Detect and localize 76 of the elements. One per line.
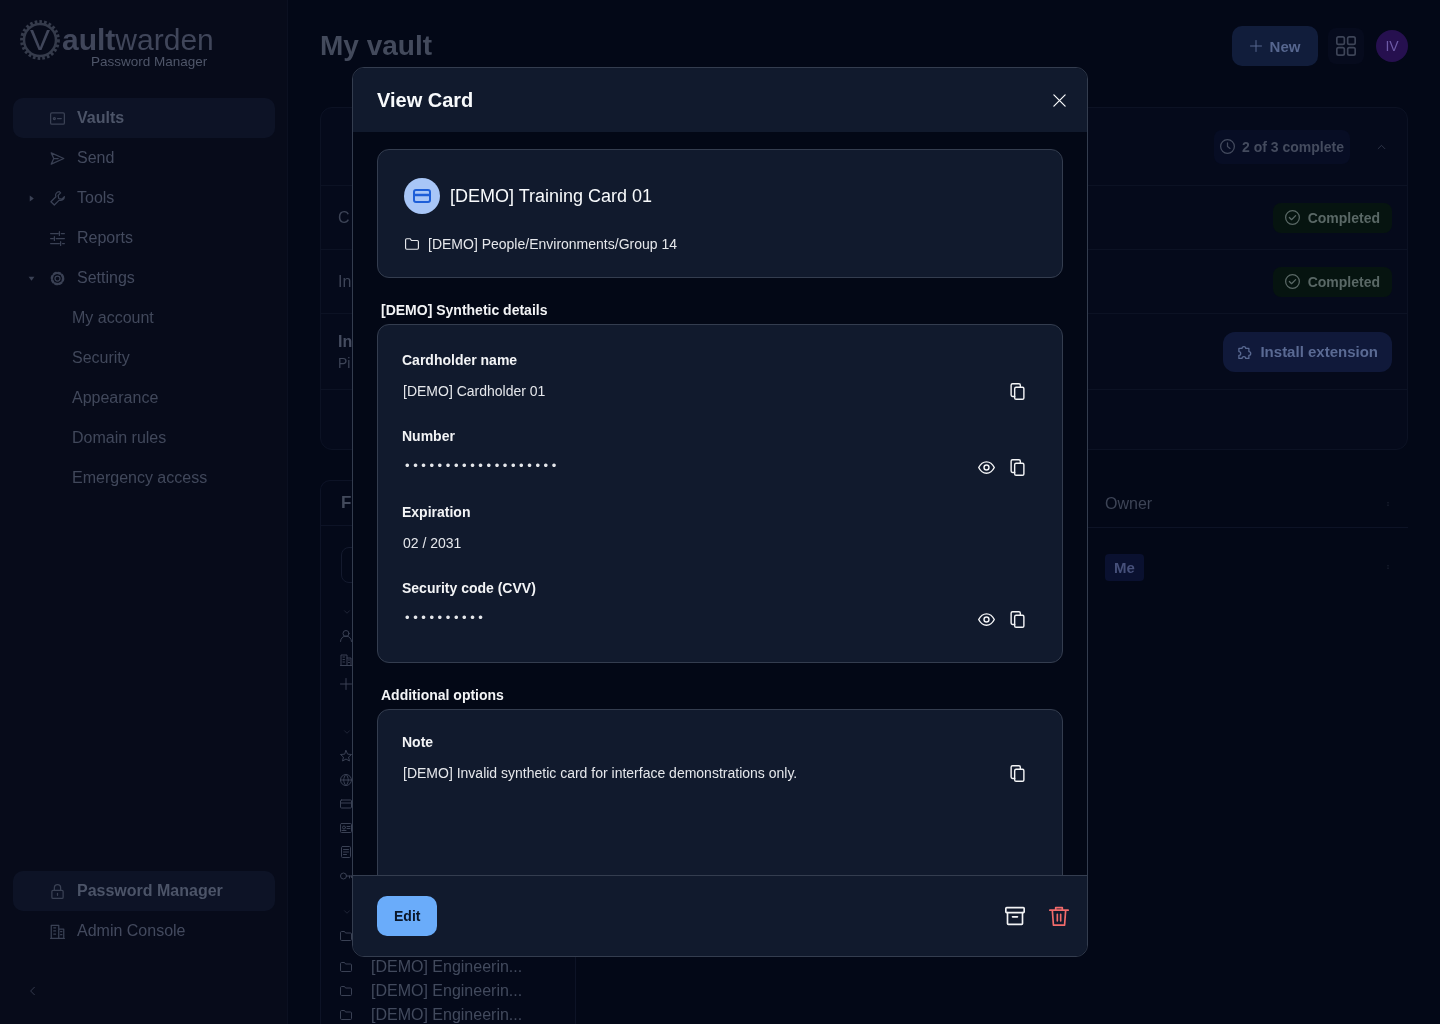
- nav-subitem[interactable]: My account: [13, 298, 275, 338]
- nav-subitem[interactable]: Domain rules: [13, 418, 275, 458]
- archive-icon: [1005, 906, 1025, 926]
- eye-icon: [977, 610, 995, 628]
- check-circle-icon: [1284, 274, 1300, 289]
- panel-title: F: [341, 493, 352, 513]
- nav-subitem[interactable]: Emergency access: [13, 458, 275, 498]
- field-label: Security code (CVV): [402, 579, 537, 598]
- folder-item[interactable]: [DEMO] Engineerin...: [340, 957, 575, 977]
- card-icon: [404, 178, 440, 214]
- field-label: Cardholder name: [402, 351, 519, 370]
- field-value: [DEMO] Cardholder 01: [402, 383, 547, 399]
- dialog-title: View Card: [377, 88, 474, 112]
- building-icon: [50, 923, 65, 939]
- status-badge: Completed: [1272, 202, 1392, 233]
- trash-icon: [1049, 906, 1069, 926]
- progress-badge: 2 of 3 complete: [1214, 129, 1350, 164]
- product-switcher-item[interactable]: Admin Console: [13, 911, 275, 951]
- task-title: In: [338, 332, 353, 351]
- field-value: •••••••••••••••••••: [404, 457, 561, 473]
- nav-subitem[interactable]: Security: [13, 338, 275, 378]
- lock-icon: [50, 883, 65, 899]
- field-label: Expiration: [402, 503, 472, 522]
- send-icon: [50, 150, 65, 166]
- field-label: Number: [402, 427, 456, 446]
- close-icon: [1051, 92, 1067, 108]
- delete-button[interactable]: [1047, 904, 1071, 928]
- puzzle-icon: [1237, 344, 1253, 359]
- product-switcher-item[interactable]: Password Manager: [13, 871, 275, 911]
- eye-icon: [977, 458, 995, 476]
- page-title: My vault: [320, 30, 433, 62]
- section-heading: [DEMO] Synthetic details: [381, 301, 549, 320]
- nav-item[interactable]: Tools: [13, 178, 275, 218]
- edit-button[interactable]: Edit: [377, 896, 438, 936]
- nav-item[interactable]: Reports: [13, 218, 275, 258]
- task-subtitle: Pi: [338, 354, 352, 371]
- status-badge: Completed: [1272, 266, 1392, 297]
- task-title: C: [338, 208, 350, 227]
- folder-icon: [340, 1009, 352, 1021]
- avatar[interactable]: IV: [1376, 30, 1408, 62]
- folder-path: [DEMO] People/Environments/Group 14: [428, 236, 677, 252]
- field-label: Note: [402, 733, 435, 752]
- chevron-left-icon: [27, 984, 37, 998]
- wrench-icon: [50, 190, 65, 206]
- copy-icon: [1008, 610, 1026, 628]
- vault-icon: [50, 110, 65, 126]
- task-title: In: [338, 272, 352, 291]
- folder-icon: [340, 985, 352, 997]
- archive-button[interactable]: [1003, 904, 1027, 928]
- item-name: [DEMO] Training Card 01: [450, 185, 653, 207]
- plus-icon: [1249, 40, 1262, 52]
- folder-icon: [404, 237, 420, 251]
- copy-icon: [1008, 764, 1026, 782]
- grid-icon: [1336, 36, 1356, 56]
- nav-item[interactable]: Send: [13, 138, 275, 178]
- folder-item[interactable]: [DEMO] Engineerin...: [340, 981, 575, 1001]
- gear-icon: [50, 270, 65, 286]
- copy-icon: [1008, 458, 1026, 476]
- new-button[interactable]: New: [1232, 26, 1318, 66]
- folder-item[interactable]: [DEMO] Engineerin...: [340, 1005, 575, 1024]
- section-heading: Additional options: [381, 686, 505, 705]
- install-extension-button[interactable]: Install extension: [1223, 331, 1392, 372]
- nav-item[interactable]: Vaults: [13, 98, 275, 138]
- nav-item[interactable]: Settings: [13, 258, 275, 298]
- copy-icon: [1008, 382, 1026, 400]
- folder-icon: [340, 961, 352, 973]
- sliders-icon: [50, 230, 65, 246]
- check-circle-icon: [1284, 210, 1300, 225]
- nav-subitem[interactable]: Appearance: [13, 378, 275, 418]
- field-value: [DEMO] Invalid synthetic card for interface demonstrations only.: [402, 765, 799, 781]
- field-value: 02 / 2031: [402, 535, 463, 551]
- logo-subtitle: Password Manager: [91, 54, 209, 70]
- owner-badge: Me: [1105, 553, 1144, 581]
- field-value: ••••••••••: [404, 609, 488, 625]
- column-header[interactable]: Owner: [1105, 494, 1153, 513]
- clock-icon: [1220, 139, 1236, 154]
